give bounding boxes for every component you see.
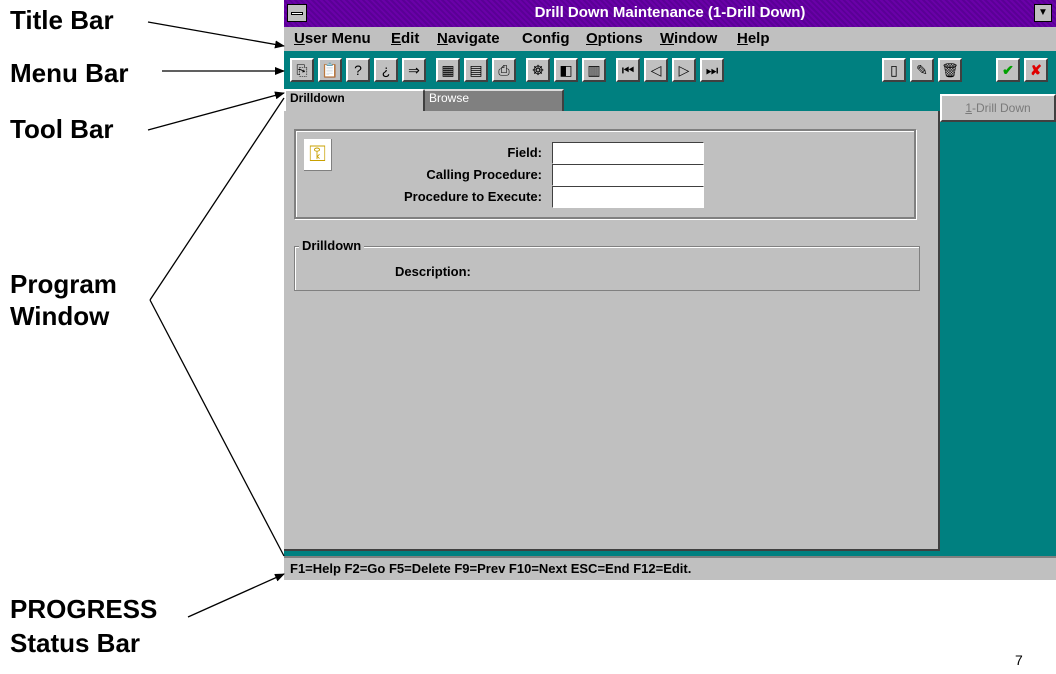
menu-navigate[interactable]: Navigate (437, 30, 500, 47)
menu-bar: User Menu Edit Navigate Config Options W… (284, 27, 1056, 51)
menu-edit[interactable]: Edit (391, 30, 419, 47)
title-bar: Drill Down Maintenance (1-Drill Down) ▼ (284, 0, 1056, 27)
report-icon[interactable]: ▥ (582, 58, 606, 82)
query-icon[interactable]: ¿ (374, 58, 398, 82)
callout-program-window-line2: Window (10, 301, 110, 331)
field-input[interactable] (552, 142, 704, 164)
leader-tool-bar (147, 91, 285, 131)
callout-tool-bar: Tool Bar (10, 114, 114, 144)
drill-down-button[interactable]: 1-Drill Down (940, 94, 1056, 122)
description-label: Description: (395, 264, 471, 279)
drilldown-panel: ⚿ Field: Calling Procedure: Procedure to… (284, 111, 940, 551)
prev-record-icon[interactable]: ◁ (644, 58, 668, 82)
last-record-icon[interactable]: ⏭ (700, 58, 724, 82)
callout-status-bar-line1: PROGRESS (10, 594, 158, 624)
copy-icon[interactable]: ⎘ (290, 58, 314, 82)
cancel-x-icon[interactable]: ✘ (1024, 58, 1048, 82)
new-record-icon[interactable]: ▯ (882, 58, 906, 82)
calendar-icon[interactable]: ▤ (464, 58, 488, 82)
program-window: Drilldown Browse ⚿ Field: Calling Proced… (284, 89, 1056, 556)
menu-window[interactable]: Window (660, 30, 717, 47)
delete-record-icon[interactable]: 🗑 (938, 58, 962, 82)
leader-program-window-upper (149, 97, 285, 301)
menu-config[interactable]: Config (522, 30, 569, 47)
next-record-icon[interactable]: ▷ (672, 58, 696, 82)
menu-options[interactable]: Options (586, 30, 643, 47)
leader-status-bar (187, 573, 285, 618)
tab-drilldown[interactable]: Drilldown (284, 89, 424, 111)
tab-strip: Drilldown Browse (284, 89, 944, 113)
tool-bar: ⎘ 📋 ? ¿ ⇒ ▦ ▤ ⎙ ☸ ◧ ▥ ⏮ ◁ ▷ ⏭ ▯ ✎ 🗑 ✔ ✘ (284, 51, 1056, 89)
field-label: Field: (507, 145, 542, 160)
page-number: 7 (1015, 652, 1023, 668)
first-record-icon[interactable]: ⏮ (616, 58, 640, 82)
status-text: F1=Help F2=Go F5=Delete F9=Prev F10=Next… (290, 561, 692, 576)
callout-title-bar: Title Bar (10, 5, 114, 35)
calculator-icon[interactable]: ▦ (436, 58, 460, 82)
callout-status-bar-line2: Status Bar (10, 628, 141, 658)
export-icon[interactable]: ⇒ (402, 58, 426, 82)
chart-icon[interactable]: ◧ (554, 58, 578, 82)
paste-icon[interactable]: 📋 (318, 58, 342, 82)
drilldown-group: Drilldown Description: (294, 238, 920, 291)
menu-help[interactable]: Help (737, 30, 770, 47)
edit-record-icon[interactable]: ✎ (910, 58, 934, 82)
print-icon[interactable]: ⎙ (492, 58, 516, 82)
save-check-icon[interactable]: ✔ (996, 58, 1020, 82)
procedure-to-execute-label: Procedure to Execute: (404, 189, 542, 204)
callout-menu-bar: Menu Bar (10, 58, 129, 88)
minimize-icon[interactable]: ▼ (1034, 4, 1052, 22)
filter-icon[interactable]: ☸ (526, 58, 550, 82)
key-fields-frame: ⚿ Field: Calling Procedure: Procedure to… (294, 129, 916, 219)
calling-procedure-input[interactable] (552, 164, 704, 186)
leader-program-window-lower (149, 299, 285, 557)
window-title: Drill Down Maintenance (1-Drill Down) (534, 4, 806, 21)
calling-procedure-label: Calling Procedure: (426, 167, 542, 182)
key-icon: ⚿ (304, 139, 332, 171)
status-bar: F1=Help F2=Go F5=Delete F9=Prev F10=Next… (284, 556, 1056, 580)
group-title: Drilldown (299, 238, 365, 253)
procedure-to-execute-input[interactable] (552, 186, 704, 208)
lookup-icon[interactable]: ? (346, 58, 370, 82)
leader-title-bar (147, 21, 285, 49)
application-window: Drill Down Maintenance (1-Drill Down) ▼ … (284, 0, 1056, 580)
tab-browse[interactable]: Browse (424, 89, 564, 111)
callout-program-window-line1: Program (10, 269, 117, 299)
menu-user-menu[interactable]: User Menu (294, 30, 371, 47)
